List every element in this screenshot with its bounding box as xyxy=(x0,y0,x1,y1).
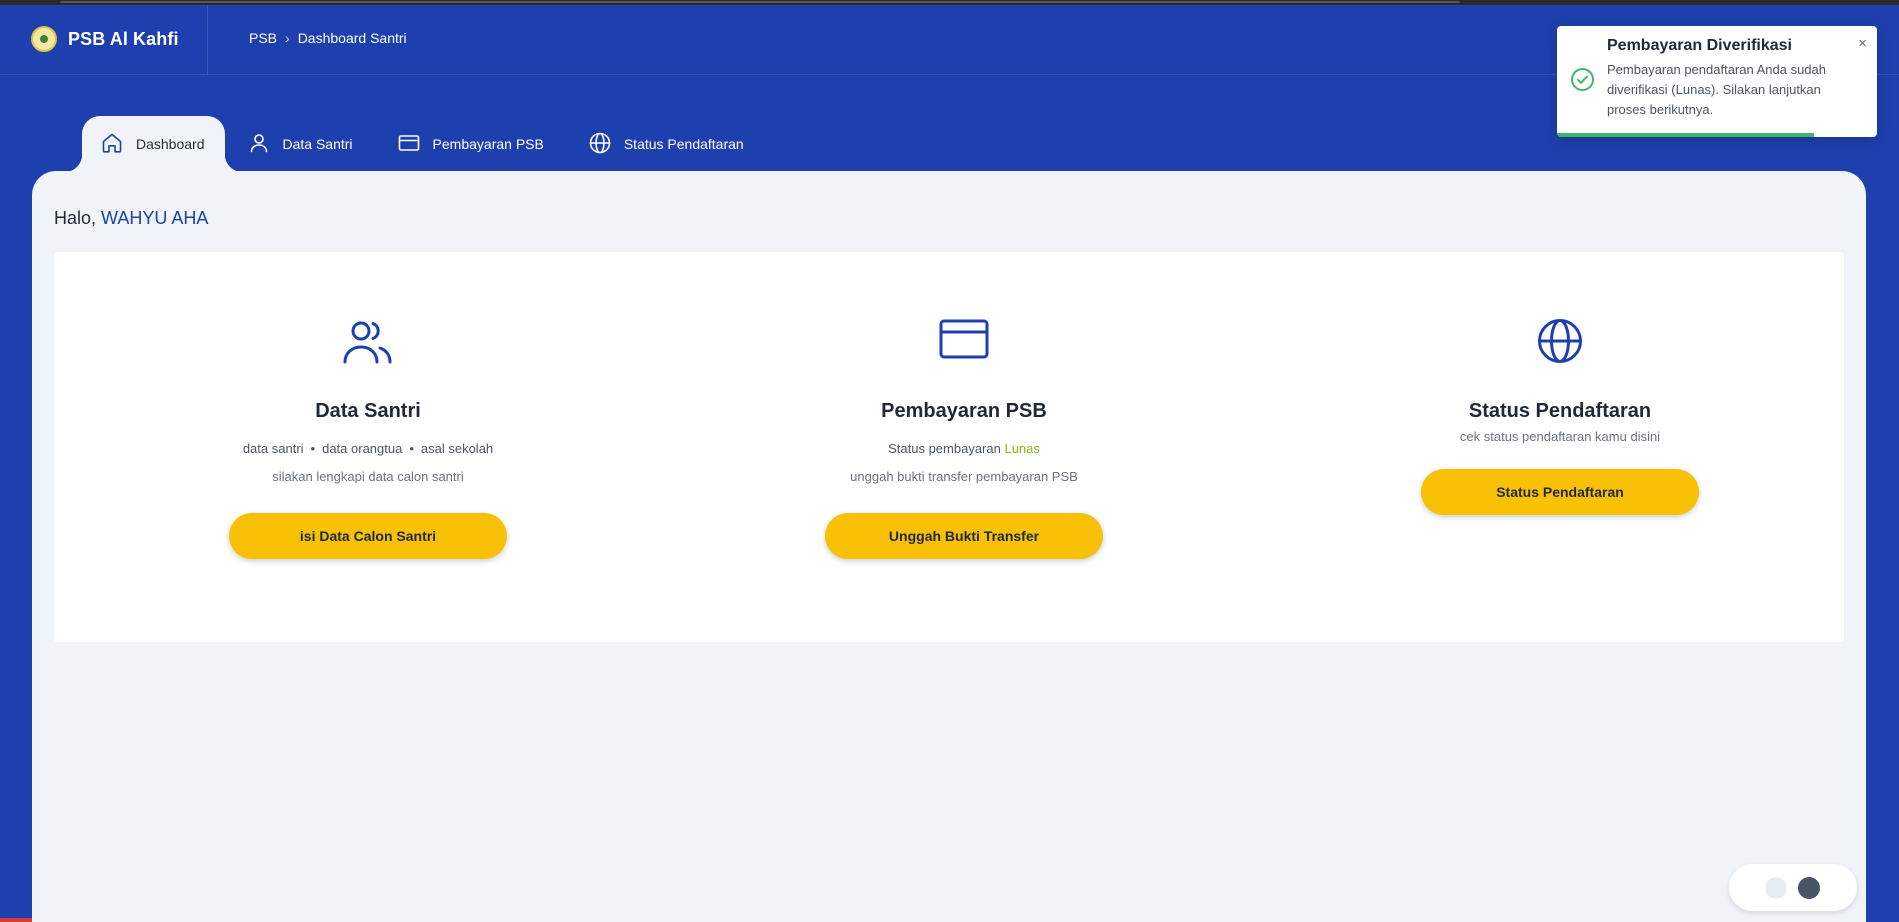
payment-status-value: Lunas xyxy=(1004,441,1040,456)
users-icon xyxy=(342,318,394,368)
globe-icon xyxy=(588,131,612,158)
item-asal-sekolah: asal sekolah xyxy=(420,441,494,456)
globe-icon xyxy=(1537,318,1583,364)
dashboard-card: Data Santri data santri • data orangtua • as… xyxy=(54,252,1844,642)
brand-name: PSB Al Kahfi xyxy=(68,28,179,49)
taskbar-indicator xyxy=(0,918,32,922)
data-santri-title: Data Santri xyxy=(315,400,421,422)
data-santri-items: data santri • data orangtua • asal sekolah xyxy=(242,441,494,456)
status-section: Status Pendaftaran cek status pendaftara… xyxy=(1280,252,1840,515)
pembayaran-subtitle: unggah bukti transfer pembayaran PSB xyxy=(850,469,1078,484)
status-pendaftaran-button[interactable]: Status Pendaftaran xyxy=(1421,469,1699,515)
tab-label: Status Pendaftaran xyxy=(623,136,744,152)
unggah-bukti-transfer-button[interactable]: Unggah Bukti Transfer xyxy=(825,513,1103,559)
user-icon xyxy=(247,131,271,158)
pembayaran-title: Pembayaran PSB xyxy=(881,400,1047,422)
theme-toggle[interactable] xyxy=(1729,864,1857,911)
status-subtitle: cek status pendaftaran kamu disini xyxy=(1459,429,1661,444)
toast-progress-bar xyxy=(1557,133,1814,137)
greeting: Halo, WAHYU AHA xyxy=(54,208,208,229)
header-divider xyxy=(207,5,208,75)
data-santri-subtitle: silakan lengkapi data calon santri xyxy=(272,469,464,484)
light-mode-icon[interactable] xyxy=(1765,877,1787,899)
payment-status-label: Status pembayaran xyxy=(888,441,1001,456)
credit-card-icon xyxy=(397,131,421,158)
home-icon xyxy=(100,131,124,158)
status-title: Status Pendaftaran xyxy=(1468,400,1652,422)
item-data-orangtua: data orangtua xyxy=(322,441,403,456)
breadcrumb-item-dashboard: Dashboard Santri xyxy=(297,30,407,46)
main-panel: Halo, WAHYU AHA Data Santri data santri •… xyxy=(32,171,1866,922)
dark-mode-icon[interactable] xyxy=(1798,877,1820,899)
breadcrumb-separator: › xyxy=(285,30,290,46)
tab-dashboard[interactable]: Dashboard xyxy=(64,116,242,172)
credit-card-icon xyxy=(939,319,989,359)
tab-pembayaran-psb[interactable]: Pembayaran PSB xyxy=(375,116,566,172)
tab-bar: Dashboard Data Santri Pembayaran PSB Sta… xyxy=(64,116,766,172)
pembayaran-section: Pembayaran PSB Status pembayaran Lunas u… xyxy=(684,252,1244,559)
breadcrumb: PSB › Dashboard Santri xyxy=(249,30,407,46)
check-circle-icon xyxy=(1570,67,1595,97)
toast-notification: Pembayaran Diverifikasi Pembayaran penda… xyxy=(1557,26,1877,137)
greeting-prefix: Halo, xyxy=(54,208,97,228)
tab-label: Data Santri xyxy=(282,136,353,152)
tab-status-pendaftaran[interactable]: Status Pendaftaran xyxy=(566,116,766,172)
tab-data-santri[interactable]: Data Santri xyxy=(225,116,375,172)
data-santri-section: Data Santri data santri • data orangtua • as… xyxy=(88,252,648,559)
greeting-user-name: WAHYU AHA xyxy=(101,208,209,228)
brand-logo-icon xyxy=(31,26,57,52)
item-data-santri: data santri xyxy=(242,441,304,456)
toast-title: Pembayaran Diverifikasi xyxy=(1607,37,1792,54)
pembayaran-status: Status pembayaran Lunas xyxy=(684,435,1244,463)
toast-message: Pembayaran pendaftaran Anda sudah diveri… xyxy=(1607,62,1827,117)
brand[interactable]: PSB Al Kahfi xyxy=(31,26,179,52)
breadcrumb-item-psb[interactable]: PSB xyxy=(249,30,277,46)
isi-data-calon-santri-button[interactable]: isi Data Calon Santri xyxy=(229,513,507,559)
tab-label: Pembayaran PSB xyxy=(432,136,544,152)
close-icon[interactable]: × xyxy=(1858,35,1867,52)
tab-label: Dashboard xyxy=(136,136,205,152)
